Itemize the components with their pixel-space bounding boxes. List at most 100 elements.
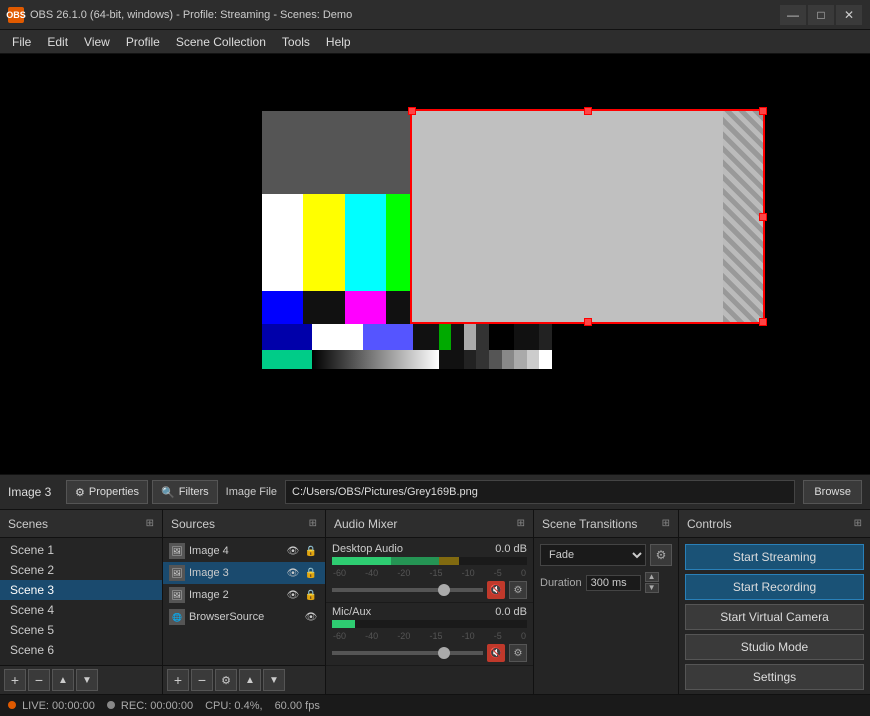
source-name-image4: Image 4 xyxy=(189,545,281,557)
maximize-button[interactable]: □ xyxy=(808,5,834,25)
sources-settings-button[interactable]: ⚙ xyxy=(215,669,237,691)
window-controls[interactable]: — □ ✕ xyxy=(780,5,862,25)
live-label: LIVE: xyxy=(22,700,49,712)
title-bar: OBS OBS 26.1.0 (64-bit, windows) - Profi… xyxy=(0,0,870,30)
menu-view[interactable]: View xyxy=(76,33,118,51)
sources-lock-icon[interactable]: ⊞ xyxy=(309,518,317,529)
audio-meter-mic xyxy=(332,620,527,628)
studio-mode-button[interactable]: Studio Mode xyxy=(685,634,864,660)
close-button[interactable]: ✕ xyxy=(836,5,862,25)
scenes-move-down-button[interactable]: ▼ xyxy=(76,669,98,691)
properties-button[interactable]: ⚙ Properties xyxy=(66,480,148,504)
menu-file[interactable]: File xyxy=(4,33,39,51)
start-virtual-camera-button[interactable]: Start Virtual Camera xyxy=(685,604,864,630)
scenes-remove-button[interactable]: − xyxy=(28,669,50,691)
duration-input[interactable] xyxy=(586,575,641,591)
source-lock-image4[interactable]: 🔒 xyxy=(303,543,319,559)
handle-tm[interactable] xyxy=(584,107,592,115)
prop-filters-group: ⚙ Properties 🔍 Filters Image File xyxy=(66,480,277,504)
audio-slider-mic[interactable] xyxy=(332,651,483,655)
start-streaming-button[interactable]: Start Streaming xyxy=(685,544,864,570)
source-item-image3[interactable]: 🖼 Image 3 👁 🔒 xyxy=(163,562,325,584)
scene-item-2[interactable]: Scene 2 xyxy=(0,560,162,580)
sources-list: 🖼 Image 4 👁 🔒 🖼 Image 3 👁 🔒 🖼 Image 2 xyxy=(163,538,325,665)
scenes-add-button[interactable]: + xyxy=(4,669,26,691)
source-controls-browser: 👁 xyxy=(303,609,319,625)
controls-panel: Controls ⊞ Start Streaming Start Recordi… xyxy=(679,510,870,694)
audio-channel-top-mic: Mic/Aux 0.0 dB xyxy=(332,606,527,618)
source-item-image2[interactable]: 🖼 Image 2 👁 🔒 xyxy=(163,584,325,606)
transitions-lock-icon[interactable]: ⊞ xyxy=(662,518,670,529)
scene-item-3[interactable]: Scene 3 xyxy=(0,580,162,600)
scene-item-6[interactable]: Scene 6 xyxy=(0,640,162,660)
menu-profile[interactable]: Profile xyxy=(118,33,168,51)
minimize-button[interactable]: — xyxy=(780,5,806,25)
source-item-image4[interactable]: 🖼 Image 4 👁 🔒 xyxy=(163,540,325,562)
handle-tr[interactable] xyxy=(759,107,767,115)
scenes-lock-icon[interactable]: ⊞ xyxy=(146,518,154,529)
live-time: 00:00:00 xyxy=(52,700,95,712)
filters-button[interactable]: 🔍 Filters xyxy=(152,480,218,504)
source-eye-image2[interactable]: 👁 xyxy=(285,587,301,603)
sources-move-down-button[interactable]: ▼ xyxy=(263,669,285,691)
gear-icon: ⚙ xyxy=(75,486,85,499)
menu-tools[interactable]: Tools xyxy=(274,33,318,51)
properties-label: Properties xyxy=(89,486,139,498)
rec-indicator: REC: 00:00:00 xyxy=(107,700,193,712)
source-lock-image3[interactable]: 🔒 xyxy=(303,565,319,581)
audio-gear-desktop[interactable]: ⚙ xyxy=(509,581,527,599)
infobar: Image 3 ⚙ Properties 🔍 Filters Image Fil… xyxy=(0,474,870,510)
transition-select[interactable]: Fade Cut Swipe Slide Stinger Fade to Col… xyxy=(540,544,646,566)
audio-gear-mic[interactable]: ⚙ xyxy=(509,644,527,662)
transition-gear-button[interactable]: ⚙ xyxy=(650,544,672,566)
browse-button[interactable]: Browse xyxy=(803,480,862,504)
scene-item-5[interactable]: Scene 5 xyxy=(0,620,162,640)
scenes-list: Scene 1 Scene 2 Scene 3 Scene 4 Scene 5 … xyxy=(0,538,162,665)
handle-br[interactable] xyxy=(759,318,767,326)
audio-mute-mic[interactable]: 🔇 xyxy=(487,644,505,662)
source-eye-image3[interactable]: 👁 xyxy=(285,565,301,581)
handle-mr[interactable] xyxy=(759,213,767,221)
source-lock-image2[interactable]: 🔒 xyxy=(303,587,319,603)
scenes-move-up-button[interactable]: ▲ xyxy=(52,669,74,691)
handle-bm[interactable] xyxy=(584,318,592,326)
grey-image-overlay[interactable] xyxy=(410,109,765,324)
audio-slider-desktop[interactable] xyxy=(332,588,483,592)
source-eye-image4[interactable]: 👁 xyxy=(285,543,301,559)
sources-remove-button[interactable]: − xyxy=(191,669,213,691)
live-indicator: LIVE: 00:00:00 xyxy=(8,700,95,712)
preview-black-bottom xyxy=(262,369,552,474)
live-dot xyxy=(8,701,16,709)
source-name-image2: Image 2 xyxy=(189,589,281,601)
sources-add-button[interactable]: + xyxy=(167,669,189,691)
source-icon-image2: 🖼 xyxy=(169,587,185,603)
filters-label: Filters xyxy=(179,486,209,498)
menu-help[interactable]: Help xyxy=(318,33,359,51)
scenes-header-label: Scenes xyxy=(8,517,48,531)
audio-meter-bar-mic xyxy=(332,620,527,628)
menu-scene-collection[interactable]: Scene Collection xyxy=(168,33,274,51)
sources-panel-header: Sources ⊞ xyxy=(163,510,325,538)
controls-content: Start Streaming Start Recording Start Vi… xyxy=(679,538,870,694)
audio-controls-mic: 🔇 ⚙ xyxy=(332,644,527,662)
duration-spin-up[interactable]: ▲ xyxy=(645,572,659,582)
handle-tl[interactable] xyxy=(408,107,416,115)
duration-row: Duration ▲ ▼ xyxy=(534,570,678,595)
audio-panel-header: Audio Mixer ⊞ xyxy=(326,510,533,538)
scenes-footer: + − ▲ ▼ xyxy=(0,665,162,694)
source-eye-browser[interactable]: 👁 xyxy=(303,609,319,625)
duration-spin-down[interactable]: ▼ xyxy=(645,583,659,593)
audio-meter-desktop xyxy=(332,557,527,565)
menu-edit[interactable]: Edit xyxy=(39,33,76,51)
scene-item-4[interactable]: Scene 4 xyxy=(0,600,162,620)
controls-lock-icon[interactable]: ⊞ xyxy=(854,518,862,529)
sources-move-up-button[interactable]: ▲ xyxy=(239,669,261,691)
start-recording-button[interactable]: Start Recording xyxy=(685,574,864,600)
scene-item-1[interactable]: Scene 1 xyxy=(0,540,162,560)
audio-mute-desktop[interactable]: 🔇 xyxy=(487,581,505,599)
audio-controls-desktop: 🔇 ⚙ xyxy=(332,581,527,599)
audio-lock-icon[interactable]: ⊞ xyxy=(517,518,525,529)
source-name-label: Image 3 xyxy=(8,485,58,499)
source-item-browser[interactable]: 🌐 BrowserSource 👁 xyxy=(163,606,325,628)
settings-button[interactable]: Settings xyxy=(685,664,864,690)
